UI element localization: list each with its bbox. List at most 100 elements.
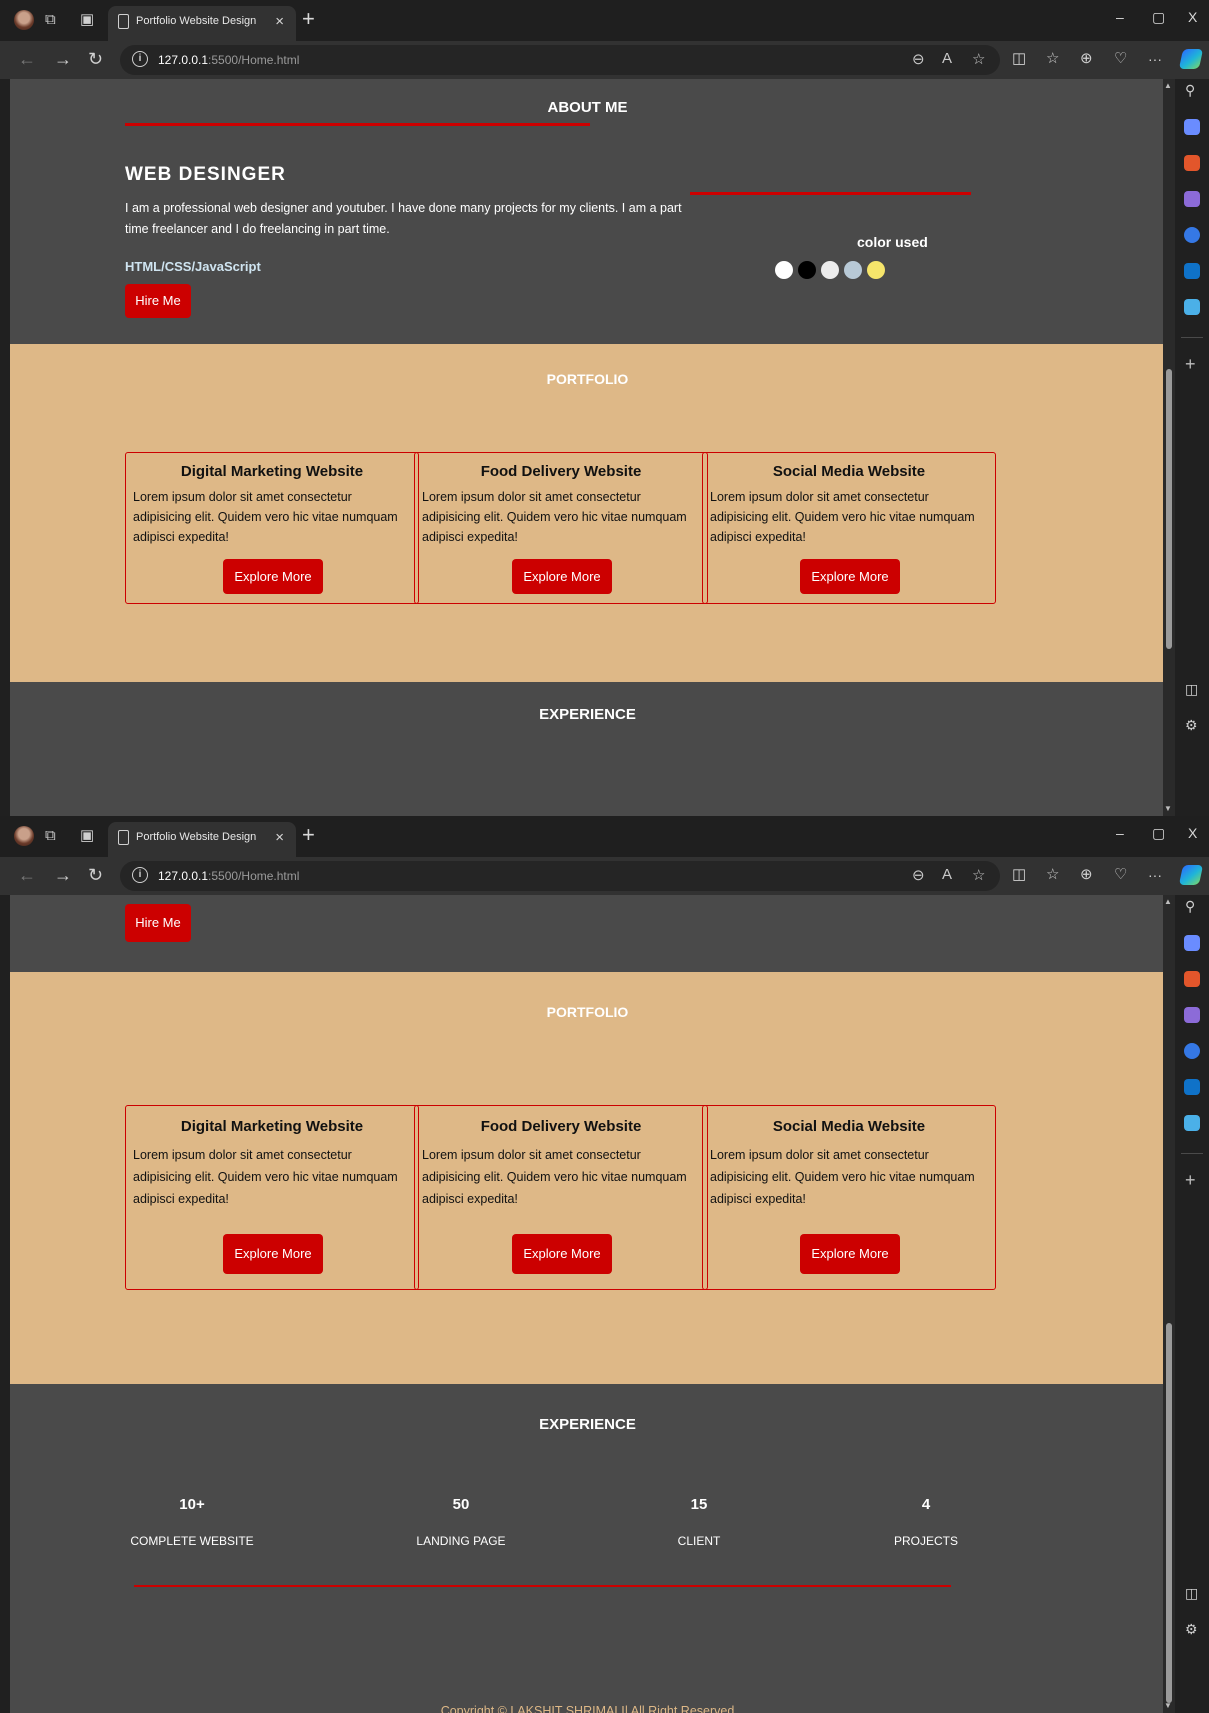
card-text: Lorem ipsum dolor sit amet consectetur a…: [422, 1148, 687, 1206]
back-icon[interactable]: ←: [18, 48, 36, 70]
copilot-icon[interactable]: [1178, 49, 1204, 69]
url-text[interactable]: 127.0.0.1:5500/Home.html: [158, 869, 299, 883]
stat-label: PROJECTS: [893, 1534, 958, 1548]
search-icon[interactable]: ⚲: [1185, 898, 1195, 915]
profile-avatar[interactable]: [14, 826, 34, 846]
favorite-star-icon[interactable]: ☆: [972, 866, 985, 884]
add-sidebar-app-icon[interactable]: +: [1185, 1170, 1196, 1191]
close-window-button[interactable]: X: [1188, 9, 1197, 25]
explore-more-button[interactable]: Explore More: [512, 1234, 612, 1274]
minimize-button[interactable]: –: [1116, 9, 1124, 25]
copilot-icon[interactable]: [1178, 865, 1204, 885]
collections-icon[interactable]: ⊕: [1080, 864, 1093, 886]
back-icon[interactable]: ←: [18, 864, 36, 886]
active-tab[interactable]: Portfolio Website Design ×: [108, 822, 296, 857]
tab-close-icon[interactable]: ×: [275, 13, 284, 30]
scroll-thumb[interactable]: [1166, 1323, 1172, 1703]
forward-icon[interactable]: →: [54, 864, 72, 886]
add-sidebar-app-icon[interactable]: +: [1185, 354, 1196, 375]
zoom-icon[interactable]: ⊖: [912, 866, 925, 884]
scroll-up-arrow[interactable]: ▲: [1164, 81, 1172, 90]
card-text: Lorem ipsum dolor sit amet consectetur a…: [422, 490, 687, 544]
refresh-icon[interactable]: ↻: [88, 48, 103, 70]
games-icon[interactable]: [1184, 191, 1200, 207]
url-text[interactable]: 127.0.0.1:5500/Home.html: [158, 53, 299, 67]
hire-me-button[interactable]: Hire Me: [125, 284, 191, 318]
tab-close-icon[interactable]: ×: [275, 829, 284, 846]
stat-value: 50: [452, 1496, 470, 1513]
tab-actions-icon[interactable]: ▣: [80, 10, 94, 30]
skills-text: HTML/CSS/JavaScript: [125, 259, 261, 274]
new-tab-button[interactable]: +: [302, 823, 315, 847]
experience-divider: [134, 1585, 951, 1587]
games-icon[interactable]: [1184, 1007, 1200, 1023]
settings-gear-icon[interactable]: ⚙: [1185, 717, 1198, 734]
favorites-icon[interactable]: ☆: [1046, 864, 1059, 886]
outlook-icon[interactable]: [1184, 263, 1200, 279]
site-info-icon[interactable]: i: [132, 867, 148, 883]
tools-icon[interactable]: [1184, 971, 1200, 987]
split-screen-icon[interactable]: ◫: [1012, 864, 1026, 886]
hire-me-button[interactable]: Hire Me: [125, 904, 191, 942]
workspaces-icon[interactable]: ⧉: [45, 826, 56, 846]
address-bar[interactable]: i 127.0.0.1:5500/Home.html ⊖ A ☆: [120, 861, 1000, 891]
collections-icon[interactable]: ⊕: [1080, 48, 1093, 70]
scroll-down-arrow[interactable]: ▼: [1164, 1701, 1172, 1710]
workspaces-icon[interactable]: ⧉: [45, 10, 56, 30]
outlook-icon[interactable]: [1184, 1079, 1200, 1095]
sidebar-layout-icon[interactable]: ◫: [1185, 1585, 1198, 1602]
portfolio-section: PORTFOLIO Digital Marketing Website Lore…: [10, 344, 1165, 682]
page-icon: [118, 830, 129, 845]
browser-essentials-icon[interactable]: ♡: [1114, 864, 1127, 886]
about-title: WEB DESINGER: [125, 164, 286, 185]
copilot-app-icon[interactable]: [1184, 227, 1200, 243]
card-title: Food Delivery Website: [480, 1118, 642, 1135]
explore-more-button[interactable]: Explore More: [800, 1234, 900, 1274]
tools-icon[interactable]: [1184, 155, 1200, 171]
favorites-icon[interactable]: ☆: [1046, 48, 1059, 70]
settings-gear-icon[interactable]: ⚙: [1185, 1621, 1198, 1638]
split-screen-icon[interactable]: ◫: [1012, 48, 1026, 70]
zoom-icon[interactable]: ⊖: [912, 50, 925, 68]
explore-more-button[interactable]: Explore More: [223, 559, 323, 594]
site-info-icon[interactable]: i: [132, 51, 148, 67]
stat-value: 4: [921, 1496, 931, 1513]
read-aloud-icon[interactable]: A: [942, 50, 952, 67]
drop-icon[interactable]: [1184, 1115, 1200, 1131]
forward-icon[interactable]: →: [54, 48, 72, 70]
search-icon[interactable]: ⚲: [1185, 82, 1195, 99]
profile-avatar[interactable]: [14, 10, 34, 30]
explore-more-button[interactable]: Explore More: [512, 559, 612, 594]
refresh-icon[interactable]: ↻: [88, 864, 103, 886]
sidebar-layout-icon[interactable]: ◫: [1185, 681, 1198, 698]
browser-essentials-icon[interactable]: ♡: [1114, 48, 1127, 70]
page-scrollbar[interactable]: ▲ ▼: [1163, 895, 1175, 1713]
shopping-tag-icon[interactable]: [1184, 935, 1200, 951]
explore-more-button[interactable]: Explore More: [223, 1234, 323, 1274]
active-tab[interactable]: Portfolio Website Design ×: [108, 6, 296, 41]
scroll-up-arrow[interactable]: ▲: [1164, 897, 1172, 906]
close-window-button[interactable]: X: [1188, 825, 1197, 841]
drop-icon[interactable]: [1184, 299, 1200, 315]
minimize-button[interactable]: –: [1116, 825, 1124, 841]
sidebar-divider: [1181, 1153, 1203, 1154]
restore-button[interactable]: ▢: [1152, 825, 1165, 842]
scroll-down-arrow[interactable]: ▼: [1164, 804, 1172, 813]
about-section: ABOUT ME WEB DESINGER I am a professiona…: [10, 79, 1165, 374]
card-title: Digital Marketing Website: [180, 1118, 364, 1135]
address-bar[interactable]: i 127.0.0.1:5500/Home.html ⊖ A ☆: [120, 45, 1000, 75]
more-menu-icon[interactable]: ···: [1148, 864, 1162, 886]
decorative-divider: [690, 192, 971, 195]
read-aloud-icon[interactable]: A: [942, 866, 952, 883]
more-menu-icon[interactable]: ···: [1148, 48, 1162, 70]
favorite-star-icon[interactable]: ☆: [972, 50, 985, 68]
new-tab-button[interactable]: +: [302, 7, 315, 31]
restore-button[interactable]: ▢: [1152, 9, 1165, 26]
explore-more-button[interactable]: Explore More: [800, 559, 900, 594]
tab-actions-icon[interactable]: ▣: [80, 826, 94, 846]
scroll-thumb[interactable]: [1166, 369, 1172, 649]
copilot-app-icon[interactable]: [1184, 1043, 1200, 1059]
page-scrollbar[interactable]: ▲ ▼: [1163, 79, 1175, 816]
shopping-tag-icon[interactable]: [1184, 119, 1200, 135]
portfolio-card: Digital Marketing Website Lorem ipsum do…: [125, 1105, 419, 1290]
